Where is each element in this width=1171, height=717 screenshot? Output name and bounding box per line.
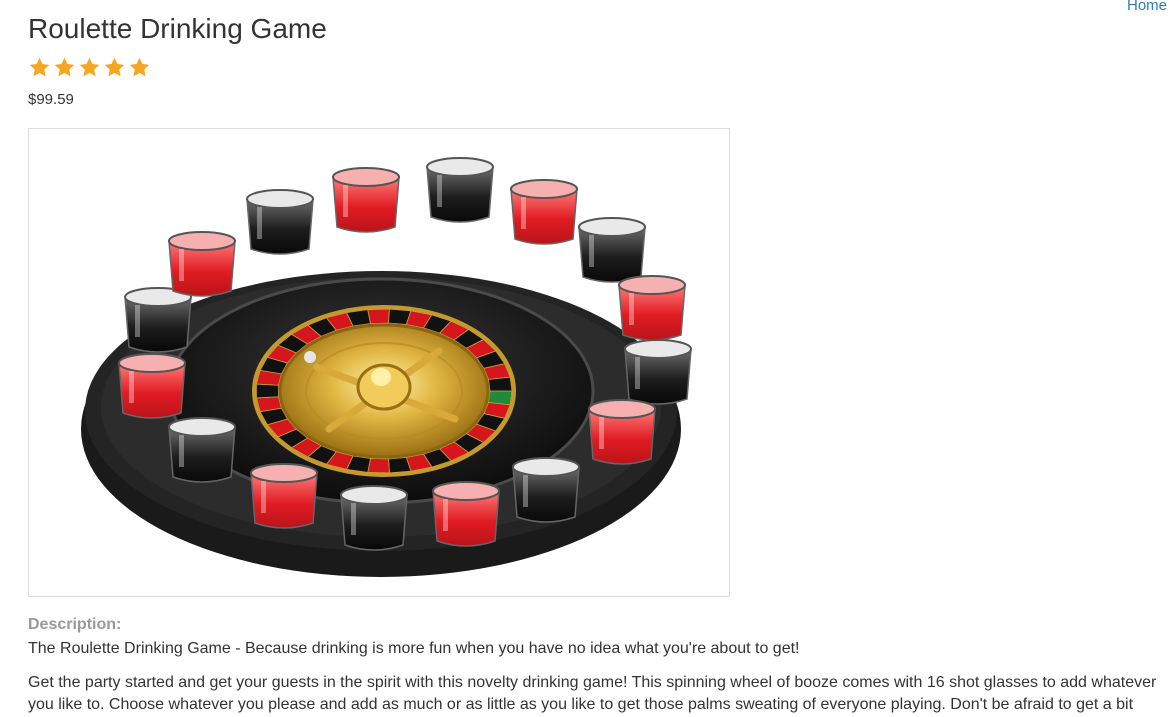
star-icon	[129, 57, 150, 77]
description-tagline: The Roulette Drinking Game - Because dri…	[28, 640, 800, 657]
description-label: Description:	[28, 616, 122, 633]
roulette-image	[81, 157, 692, 577]
star-icon	[79, 57, 100, 77]
star-icon	[54, 57, 75, 77]
star-icon	[104, 57, 125, 77]
description-body: Get the party started and get your guest…	[28, 674, 1157, 713]
home-link[interactable]: Home	[1127, 0, 1167, 14]
star-rating	[28, 56, 151, 79]
product-title: Roulette Drinking Game	[28, 13, 327, 44]
star-icon	[29, 57, 50, 77]
product-image[interactable]	[28, 128, 730, 597]
product-price: $99.59	[28, 91, 74, 108]
